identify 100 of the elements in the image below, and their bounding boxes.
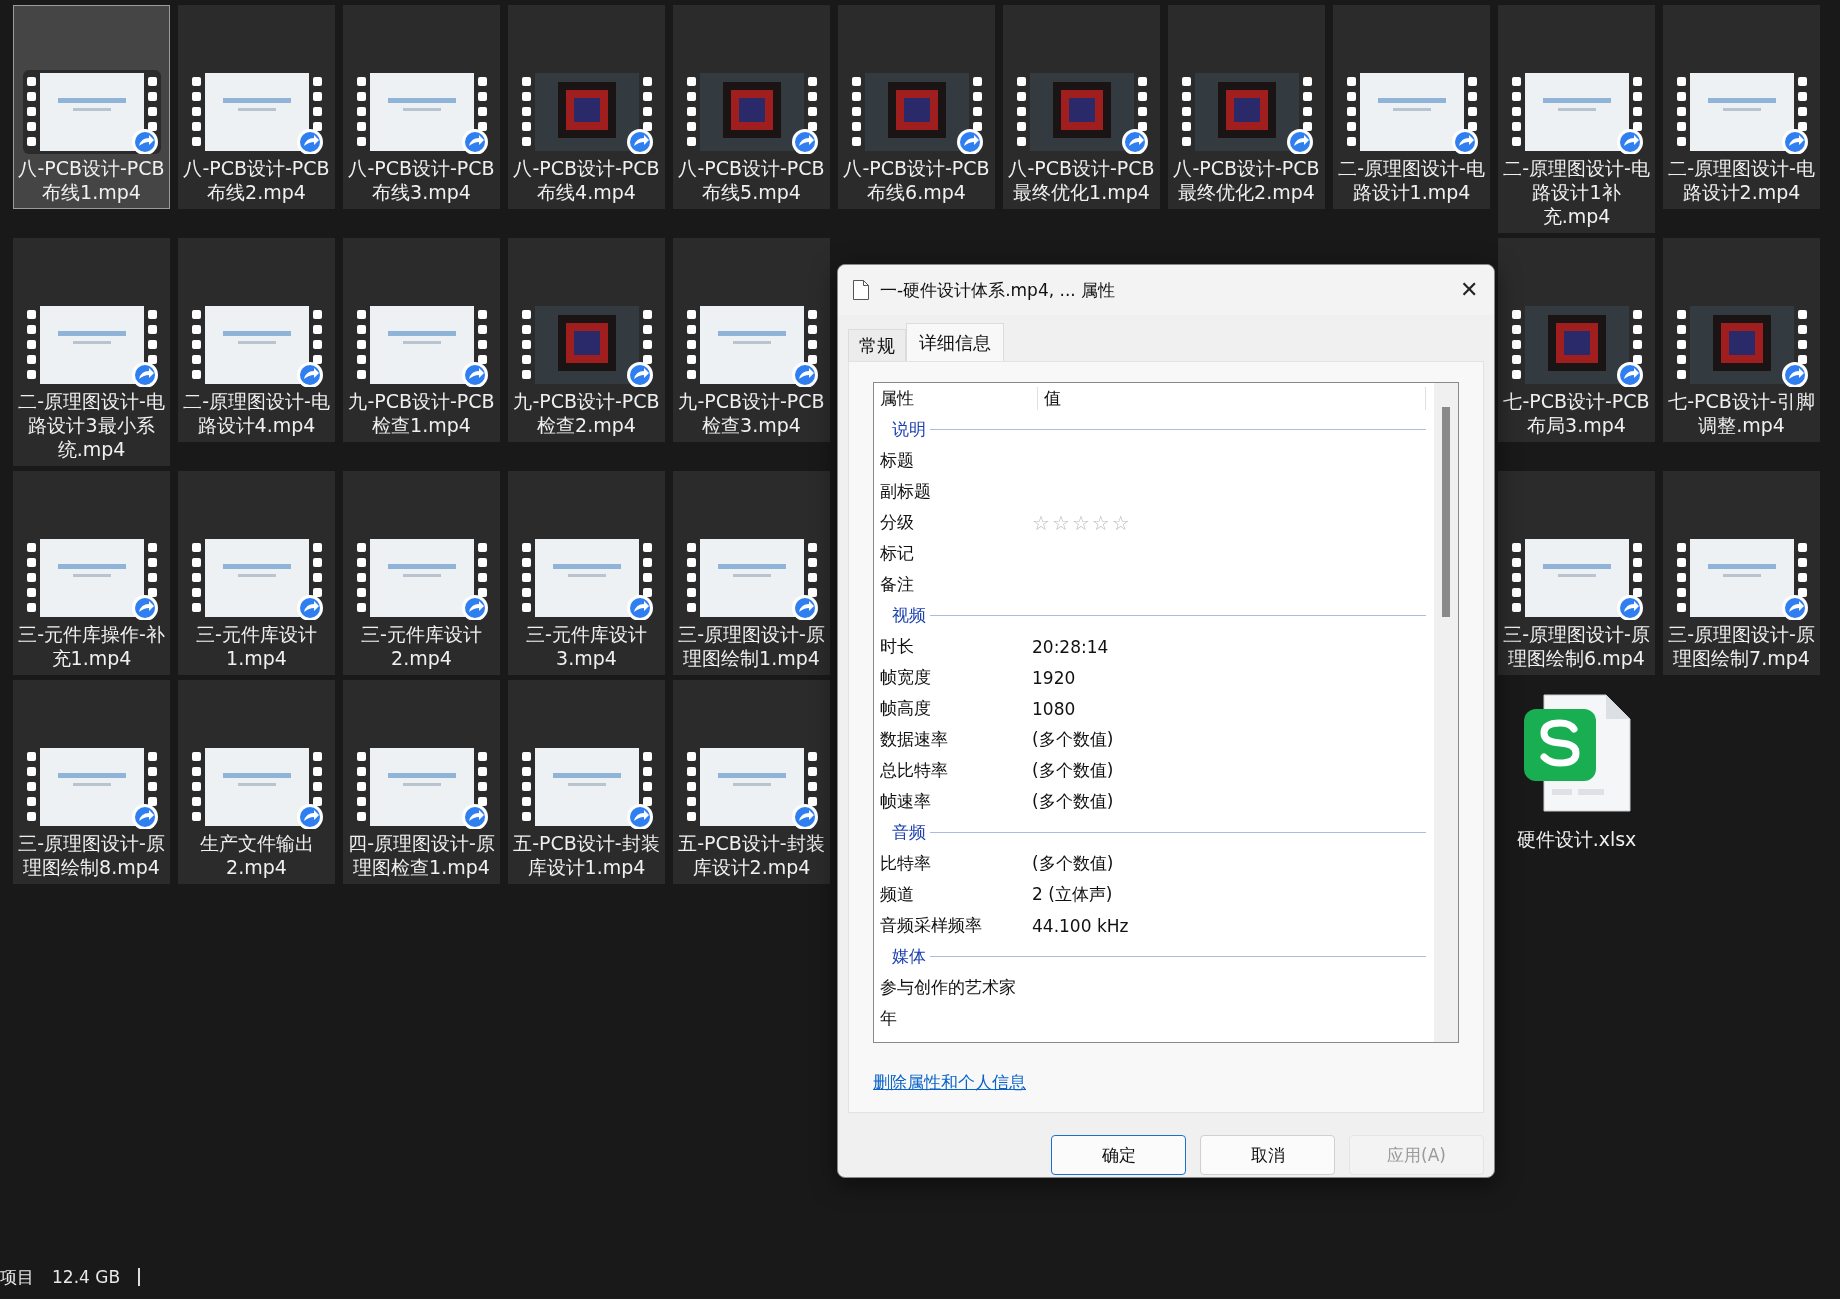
- file-tile[interactable]: 三-元件库设计1.mp4: [178, 471, 335, 675]
- property-name: 帧宽度: [880, 666, 932, 689]
- property-name: 年: [880, 1007, 898, 1030]
- file-name: 七-PCB设计-引脚调整.mp4: [1667, 389, 1816, 437]
- star-icon: ☆: [1091, 510, 1110, 535]
- file-name: 二-原理图设计-电路设计4.mp4: [182, 389, 331, 437]
- property-name: 频道: [880, 883, 915, 906]
- file-name: 八-PCB设计-PCB布线3.mp4: [347, 156, 496, 204]
- property-name: 帧高度: [880, 697, 932, 720]
- file-name: 九-PCB设计-PCB检查2.mp4: [512, 389, 661, 437]
- file-tile[interactable]: 二-原理图设计-电路设计4.mp4: [178, 238, 335, 442]
- file-tile[interactable]: 九-PCB设计-PCB检查1.mp4: [343, 238, 500, 442]
- property-value: (多个数值): [1032, 759, 1114, 782]
- section-header: 说明: [892, 418, 926, 441]
- property-name: 分级: [880, 511, 915, 534]
- file-tile[interactable]: 九-PCB设计-PCB检查2.mp4: [508, 238, 665, 442]
- scrollbar-thumb[interactable]: [1442, 407, 1450, 617]
- spreadsheet-file-icon: [1521, 693, 1632, 815]
- file-name: 八-PCB设计-PCB布线1.mp4: [17, 156, 166, 204]
- property-name: 音频采样频率: [880, 914, 983, 937]
- dialog-button[interactable]: 取消: [1200, 1135, 1335, 1175]
- file-tile[interactable]: 八-PCB设计-PCB布线1.mp4: [13, 5, 170, 209]
- section-header: 媒体: [892, 945, 926, 968]
- file-tile[interactable]: 三-原理图设计-原理图绘制6.mp4: [1498, 471, 1655, 675]
- file-tile[interactable]: 三-元件库设计2.mp4: [343, 471, 500, 675]
- file-name: 九-PCB设计-PCB检查1.mp4: [347, 389, 496, 437]
- file-name: 八-PCB设计-PCB布线4.mp4: [512, 156, 661, 204]
- file-tile[interactable]: 三-元件库设计3.mp4: [508, 471, 665, 675]
- property-value: (多个数值): [1032, 790, 1114, 813]
- file-name: 二-原理图设计-电路设计1补充.mp4: [1502, 156, 1651, 228]
- property-name: 数据速率: [880, 728, 949, 751]
- property-value: 44.100 kHz: [1032, 915, 1129, 936]
- file-tile[interactable]: 八-PCB设计-PCB最终优化1.mp4: [1003, 5, 1160, 209]
- property-name: 总比特率: [880, 759, 949, 782]
- file-tile[interactable]: 四-原理图设计-原理图检查1.mp4: [343, 680, 500, 884]
- property-name: 时长: [880, 635, 915, 658]
- file-tile[interactable]: 八-PCB设计-PCB最终优化2.mp4: [1168, 5, 1325, 209]
- property-name: 备注: [880, 573, 915, 596]
- tab[interactable]: 常规: [848, 329, 906, 361]
- file-name: 二-原理图设计-电路设计1.mp4: [1337, 156, 1486, 204]
- file-name: 八-PCB设计-PCB最终优化1.mp4: [1007, 156, 1156, 204]
- file-name: 九-PCB设计-PCB检查3.mp4: [677, 389, 826, 437]
- remove-properties-link[interactable]: 删除属性和个人信息: [873, 1071, 1026, 1094]
- star-icon: ☆: [1071, 510, 1090, 535]
- file-tile[interactable]: 三-原理图设计-原理图绘制1.mp4: [673, 471, 830, 675]
- file-tile[interactable]: 七-PCB设计-引脚调整.mp4: [1663, 238, 1820, 442]
- file-name: 三-原理图设计-原理图绘制1.mp4: [677, 622, 826, 670]
- file-tile[interactable]: 三-原理图设计-原理图绘制8.mp4: [13, 680, 170, 884]
- document-icon: [852, 279, 870, 301]
- file-name: 八-PCB设计-PCB布线5.mp4: [677, 156, 826, 204]
- file-name: 八-PCB设计-PCB最终优化2.mp4: [1172, 156, 1321, 204]
- file-tile[interactable]: 二-原理图设计-电路设计2.mp4: [1663, 5, 1820, 209]
- file-tile[interactable]: 三-元件库操作-补充1.mp4: [13, 471, 170, 675]
- property-value: (多个数值): [1032, 852, 1114, 875]
- file-tile[interactable]: 八-PCB设计-PCB布线6.mp4: [838, 5, 995, 209]
- section-header: 音频: [892, 821, 926, 844]
- file-name: 生产文件输出2.mp4: [198, 831, 315, 879]
- file-tile[interactable]: 八-PCB设计-PCB布线4.mp4: [508, 5, 665, 209]
- property-name: 副标题: [880, 480, 932, 503]
- file-name: 二-原理图设计-电路设计2.mp4: [1667, 156, 1816, 204]
- property-value: 20:28:14: [1032, 636, 1109, 657]
- property-name: 帧速率: [880, 790, 932, 813]
- property-value: 1920: [1032, 667, 1076, 688]
- item-count: 项目: [0, 1265, 34, 1289]
- column-header[interactable]: 值: [1038, 387, 1426, 410]
- file-name: 五-PCB设计-封装库设计2.mp4: [677, 831, 826, 879]
- file-tile[interactable]: 生产文件输出2.mp4: [178, 680, 335, 884]
- property-name: 标题: [880, 449, 915, 472]
- file-tile[interactable]: 硬件设计.xlsx: [1498, 680, 1655, 878]
- tab[interactable]: 详细信息: [906, 323, 1004, 361]
- file-tile[interactable]: 八-PCB设计-PCB布线5.mp4: [673, 5, 830, 209]
- file-tile[interactable]: 八-PCB设计-PCB布线3.mp4: [343, 5, 500, 209]
- file-name: 三-原理图设计-原理图绘制6.mp4: [1502, 622, 1651, 670]
- scrollbar[interactable]: [1434, 383, 1458, 1042]
- property-name: 参与创作的艺术家: [880, 976, 1017, 999]
- file-tile[interactable]: 二-原理图设计-电路设计1补充.mp4: [1498, 5, 1655, 233]
- star-icon: ☆: [1032, 510, 1050, 535]
- file-name: 三-原理图设计-原理图绘制7.mp4: [1667, 622, 1816, 670]
- section-header: 视频: [892, 604, 926, 627]
- dialog-button[interactable]: 确定: [1051, 1135, 1186, 1175]
- file-tile[interactable]: 二-原理图设计-电路设计1.mp4: [1333, 5, 1490, 209]
- file-tile[interactable]: 八-PCB设计-PCB布线2.mp4: [178, 5, 335, 209]
- file-name: 三-元件库设计1.mp4: [195, 622, 318, 670]
- file-name: 三-元件库设计3.mp4: [525, 622, 648, 670]
- file-name: 七-PCB设计-PCB布局3.mp4: [1502, 389, 1651, 437]
- property-value: 1080: [1032, 698, 1076, 719]
- file-name: 八-PCB设计-PCB布线6.mp4: [842, 156, 991, 204]
- file-tile[interactable]: 七-PCB设计-PCB布局3.mp4: [1498, 238, 1655, 442]
- file-tile[interactable]: 三-原理图设计-原理图绘制7.mp4: [1663, 471, 1820, 675]
- column-header[interactable]: 属性: [880, 387, 1038, 410]
- file-tile[interactable]: 二-原理图设计-电路设计3最小系统.mp4: [13, 238, 170, 466]
- file-name: 三-元件库设计2.mp4: [360, 622, 483, 670]
- file-tile[interactable]: 九-PCB设计-PCB检查3.mp4: [673, 238, 830, 442]
- selected-size: 12.4 GB: [52, 1267, 121, 1287]
- file-name: 三-元件库操作-补充1.mp4: [17, 622, 166, 670]
- file-name: 硬件设计.xlsx: [1516, 827, 1637, 851]
- file-tile[interactable]: 五-PCB设计-封装库设计2.mp4: [673, 680, 830, 884]
- property-value: 2 (立体声): [1032, 883, 1113, 906]
- close-button[interactable]: ✕: [1444, 270, 1494, 310]
- file-tile[interactable]: 五-PCB设计-封装库设计1.mp4: [508, 680, 665, 884]
